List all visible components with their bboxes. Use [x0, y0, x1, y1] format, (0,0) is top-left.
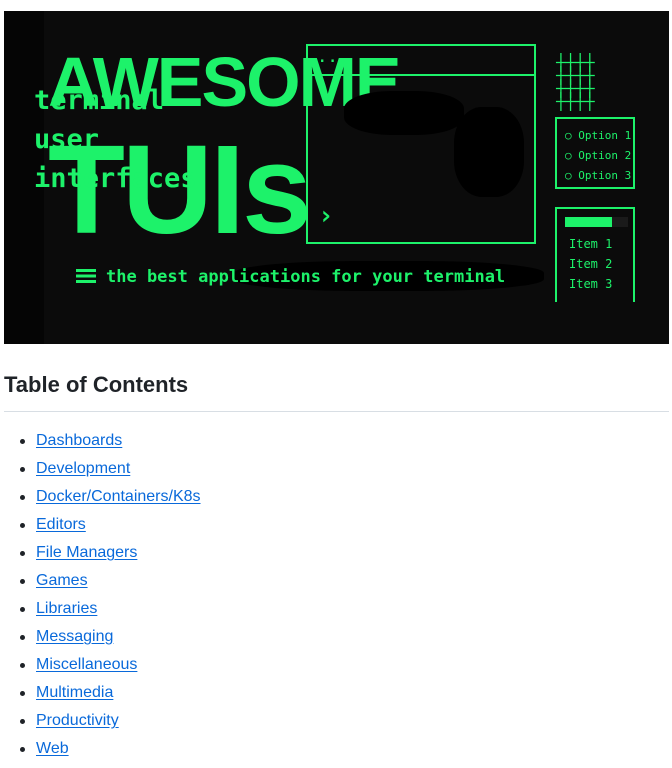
window-dots-icon: ...	[318, 50, 350, 66]
panel-item: Item 3	[569, 277, 613, 291]
progress-bar-fill	[565, 217, 613, 227]
toc-link[interactable]: Messaging	[36, 628, 113, 645]
toc-link[interactable]: Docker/Containers/K8s	[36, 488, 201, 505]
progress-bar	[565, 217, 628, 227]
prompt-chevron-icon: ›	[318, 201, 334, 231]
toc-list-item: Docker/Containers/K8s	[20, 483, 201, 511]
toc-link[interactable]: Multimedia	[36, 684, 113, 701]
toc-list-item: Development	[20, 455, 201, 483]
toc-link[interactable]: Development	[36, 460, 130, 477]
toc-link[interactable]: Dashboards	[36, 432, 122, 449]
option-item: ○ Option 2	[565, 149, 632, 162]
toc-link[interactable]: Editors	[36, 516, 86, 533]
option-item: ○ Option 3	[565, 169, 632, 182]
grid-icon: ┼┼┼┼ ┼┼┼┼ ┼┼┼┼ ┼┼┼┼	[556, 53, 595, 111]
option-item: ○ Option 1	[565, 129, 632, 142]
terminal-titlebar: ...	[308, 46, 534, 76]
banner-tagline: the best applications for your terminal	[76, 267, 505, 287]
banner-image: AWESOME TUIs ... terminal user interface…	[4, 11, 669, 344]
brush-scribble	[344, 91, 464, 135]
toc-list-item: File Managers	[20, 539, 201, 567]
toc-list-item: Productivity	[20, 707, 201, 735]
toc-list-item: Web	[20, 735, 201, 763]
toc-link[interactable]: File Managers	[36, 544, 137, 561]
toc-list-item: Libraries	[20, 595, 201, 623]
terminal-line: interfaces	[34, 163, 197, 194]
toc-list-item: Editors	[20, 511, 201, 539]
toc-link[interactable]: Productivity	[36, 712, 119, 729]
toc-list-item: Multimedia	[20, 679, 201, 707]
terminal-line: terminal	[34, 85, 165, 116]
hamburger-icon	[76, 269, 96, 283]
toc-list-item: Messaging	[20, 623, 201, 651]
toc-list-item: Games	[20, 567, 201, 595]
terminal-text: terminal user interfaces	[34, 81, 197, 198]
toc-link[interactable]: Miscellaneous	[36, 656, 137, 673]
panel-item: Item 1	[569, 237, 613, 251]
options-panel: ○ Option 1 ○ Option 2 ○ Option 3	[555, 117, 635, 189]
toc-link[interactable]: Web	[36, 740, 69, 757]
brush-scribble	[454, 107, 524, 197]
toc-heading: Table of Contents	[4, 372, 189, 397]
items-panel: Item 1 Item 2 Item 3	[555, 207, 635, 302]
toc-list: Dashboards Development Docker/Containers/K…	[0, 427, 201, 763]
toc-link[interactable]: Games	[36, 572, 88, 589]
toc-list-item: Dashboards	[20, 427, 201, 455]
panel-item: Item 2	[569, 257, 613, 271]
terminal-line: user	[34, 124, 100, 155]
heading-divider	[4, 411, 669, 412]
toc-link[interactable]: Libraries	[36, 600, 97, 617]
toc-list-item: Miscellaneous	[20, 651, 201, 679]
